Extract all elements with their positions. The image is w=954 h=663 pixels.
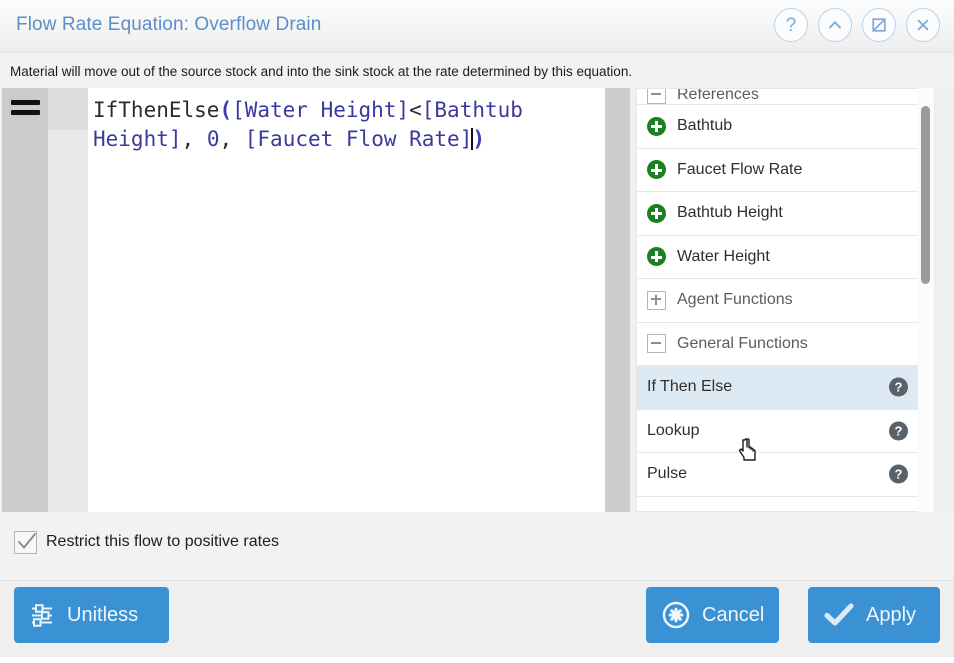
equation-token: [Water Height] xyxy=(232,98,410,122)
help-icon[interactable]: ? xyxy=(889,464,908,484)
unitless-button[interactable]: Unitless xyxy=(14,587,169,643)
restrict-positive-rates-checkbox[interactable] xyxy=(14,531,37,554)
editor-vertical-divider[interactable] xyxy=(605,88,630,512)
reference-list-item[interactable]: Bathtub Height xyxy=(637,192,931,236)
unitless-button-label: Unitless xyxy=(67,603,139,626)
close-button[interactable] xyxy=(906,8,940,42)
equation-token: , xyxy=(219,127,245,151)
green-plus-icon[interactable] xyxy=(647,160,666,180)
editor-margin-strip-active xyxy=(48,88,88,130)
reference-list-item[interactable]: Pulse? xyxy=(637,453,931,497)
reference-list-item-label: Faucet Flow Rate xyxy=(677,160,803,178)
dialog-title: Flow Rate Equation: Overflow Drain xyxy=(16,14,322,35)
cancel-circle-x-icon xyxy=(662,601,690,629)
reference-panel: References Bathtub Faucet Flow Rate Bathtub… xyxy=(636,88,932,512)
equation-token: ) xyxy=(472,127,485,151)
reference-list-item-label: References xyxy=(677,89,759,103)
reference-list-item[interactable]: Faucet Flow Rate xyxy=(637,148,931,192)
reference-list-item-label: General Functions xyxy=(677,334,808,352)
reference-list-item[interactable]: Agent Functions xyxy=(637,279,931,323)
editor-gutter xyxy=(2,88,48,512)
reference-list-item-label: Bathtub xyxy=(677,117,733,135)
question-mark-icon: ? xyxy=(785,14,797,36)
flow-rate-equation-dialog: Flow Rate Equation: Overflow Drain ? Mat… xyxy=(0,0,954,663)
equation-token: 0 xyxy=(206,127,220,151)
reference-list-item-label: Water Height xyxy=(677,247,770,265)
equation-text[interactable]: IfThenElse([Water Height]<[Bathtub Heigh… xyxy=(93,96,593,154)
window-bottom-edge xyxy=(0,657,954,663)
reference-list-item-label: Agent Functions xyxy=(677,291,793,309)
equation-token: < xyxy=(409,98,422,122)
reference-list-item-label: Bathtub Height xyxy=(677,204,783,222)
reference-list-item[interactable]: General Functions xyxy=(637,322,931,366)
reference-list-item[interactable]: Bathtub xyxy=(637,105,931,149)
equation-token: IfThenElse xyxy=(93,98,220,122)
cancel-button[interactable]: Cancel xyxy=(646,587,779,643)
sliders-icon xyxy=(32,603,52,627)
reference-list-item-label: Pulse xyxy=(647,465,688,483)
reference-list-item[interactable]: Water Height xyxy=(637,235,931,279)
dialog-titlebar: Flow Rate Equation: Overflow Drain ? xyxy=(0,0,954,53)
reference-scrollbar-thumb[interactable] xyxy=(921,106,930,284)
collapse-button[interactable] xyxy=(818,8,852,42)
restore-square-icon xyxy=(872,18,886,32)
checkmark-icon xyxy=(824,603,854,626)
green-plus-icon[interactable] xyxy=(647,203,666,223)
green-plus-icon[interactable] xyxy=(647,116,666,136)
dialog-description: Material will move out of the source sto… xyxy=(10,64,633,79)
help-button[interactable]: ? xyxy=(774,8,808,42)
equals-icon[interactable] xyxy=(11,100,40,116)
equation-token: [Faucet Flow Rate] xyxy=(244,127,473,151)
tree-collapse-icon[interactable] xyxy=(647,334,666,354)
reference-list-item[interactable]: Lookup? xyxy=(637,409,931,453)
green-plus-icon[interactable] xyxy=(647,247,666,267)
equation-editor[interactable]: IfThenElse([Water Height]<[Bathtub Heigh… xyxy=(88,88,605,512)
reference-list-item-label: Lookup xyxy=(647,421,700,439)
restore-button[interactable] xyxy=(862,8,896,42)
tree-collapse-icon[interactable] xyxy=(647,89,666,104)
window-controls: ? xyxy=(774,8,940,42)
reference-list-item-label: If Then Else xyxy=(647,378,733,396)
restrict-positive-rates-label: Restrict this flow to positive rates xyxy=(46,533,279,550)
dialog-body: IfThenElse([Water Height]<[Bathtub Heigh… xyxy=(0,88,954,512)
tree-expand-icon[interactable] xyxy=(647,290,666,310)
reference-list-item[interactable]: If Then Else? xyxy=(637,366,931,410)
reference-list-item[interactable]: References xyxy=(637,89,931,105)
dialog-footer: Unitless Cancel Apply xyxy=(0,580,954,663)
help-icon[interactable]: ? xyxy=(889,377,908,397)
cancel-button-label: Cancel xyxy=(702,603,765,626)
equation-token: , xyxy=(181,127,207,151)
options-row: Restrict this flow to positive rates xyxy=(0,518,954,580)
equation-token: ( xyxy=(219,98,233,122)
help-icon[interactable]: ? xyxy=(889,421,908,441)
chevron-up-icon xyxy=(829,21,841,29)
editor-margin-strip xyxy=(48,88,88,512)
apply-button-label: Apply xyxy=(866,603,917,626)
checkmark-icon xyxy=(18,533,36,549)
apply-button[interactable]: Apply xyxy=(808,587,940,643)
close-x-icon xyxy=(917,19,929,31)
